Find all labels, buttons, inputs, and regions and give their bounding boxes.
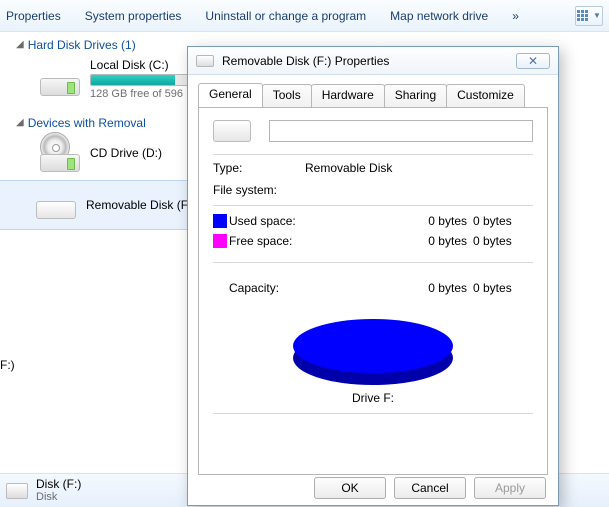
chevron-down-icon: ▼ [593,11,601,20]
free-space-swatch [213,234,227,248]
drive-icon [196,55,214,67]
toolbar-system-properties[interactable]: System properties [85,9,182,23]
close-icon: ✕ [528,54,538,68]
status-subtitle: Disk [36,491,81,504]
toolbar-map-network-drive[interactable]: Map network drive [390,9,488,23]
dialog-tabs: General Tools Hardware Sharing Customize [188,75,558,107]
explorer-toolbar: Properties System properties Uninstall o… [0,0,609,32]
properties-dialog: Removable Disk (F:) Properties ✕ General… [187,46,559,506]
tree-node-label: F:) [0,358,15,372]
volume-label-input[interactable] [269,120,533,142]
collapse-icon: ◢ [16,117,24,128]
drive-removable-f[interactable]: Removable Disk (F [0,180,189,230]
filesystem-label: File system: [213,183,293,197]
pie-caption: Drive F: [213,389,533,405]
used-space-label: Used space: [229,214,319,228]
drive-name: Local Disk (C:) [90,58,200,72]
dialog-buttons: OK Cancel Apply [314,477,546,499]
capacity-bar [90,74,200,86]
tab-hardware[interactable]: Hardware [311,84,385,108]
removable-disk-icon [6,483,28,499]
capacity-label: Capacity: [229,281,319,295]
drive-icon [213,120,251,142]
tab-general[interactable]: General [198,83,263,107]
toolbar-properties[interactable]: Properties [6,9,61,23]
toolbar-uninstall[interactable]: Uninstall or change a program [205,9,366,23]
cancel-button[interactable]: Cancel [394,477,466,499]
type-value: Removable Disk [305,161,392,175]
apply-button[interactable]: Apply [474,477,546,499]
free-space-label: Free space: [229,234,319,248]
ok-button[interactable]: OK [314,477,386,499]
section-label: Devices with Removal [28,116,146,130]
tab-customize[interactable]: Customize [446,84,525,108]
free-space-human: 0 bytes [473,234,533,248]
capacity-bytes: 0 bytes [319,281,473,295]
type-label: Type: [213,161,293,175]
cd-icon [40,136,80,170]
used-space-human: 0 bytes [473,214,533,228]
tab-tools[interactable]: Tools [262,84,312,108]
tab-sharing[interactable]: Sharing [384,84,447,108]
tab-panel-general: Type: Removable Disk File system: Used s… [198,107,548,475]
close-button[interactable]: ✕ [516,53,550,69]
drive-subtext: 128 GB free of 596 [90,88,200,100]
drive-name: CD Drive (D:) [90,146,162,160]
toolbar-overflow[interactable]: » [512,9,519,23]
grid-icon [577,10,591,22]
used-space-bytes: 0 bytes [319,214,473,228]
status-title: Disk (F:) [36,478,81,491]
section-label: Hard Disk Drives (1) [28,38,136,52]
dialog-title: Removable Disk (F:) Properties [222,54,508,68]
removable-disk-icon [36,191,76,219]
dialog-titlebar[interactable]: Removable Disk (F:) Properties ✕ [188,47,558,75]
used-space-swatch [213,214,227,228]
free-space-bytes: 0 bytes [319,234,473,248]
hdd-icon [40,62,80,96]
view-options-button[interactable]: ▼ [575,6,603,26]
tree-node-f[interactable]: F:) [0,358,15,372]
capacity-human: 0 bytes [473,281,533,295]
drive-name: Removable Disk (F [86,198,188,212]
drive-info: Local Disk (C:) 128 GB free of 596 [90,58,200,100]
collapse-icon: ◢ [16,39,24,50]
usage-pie-chart [293,313,453,385]
